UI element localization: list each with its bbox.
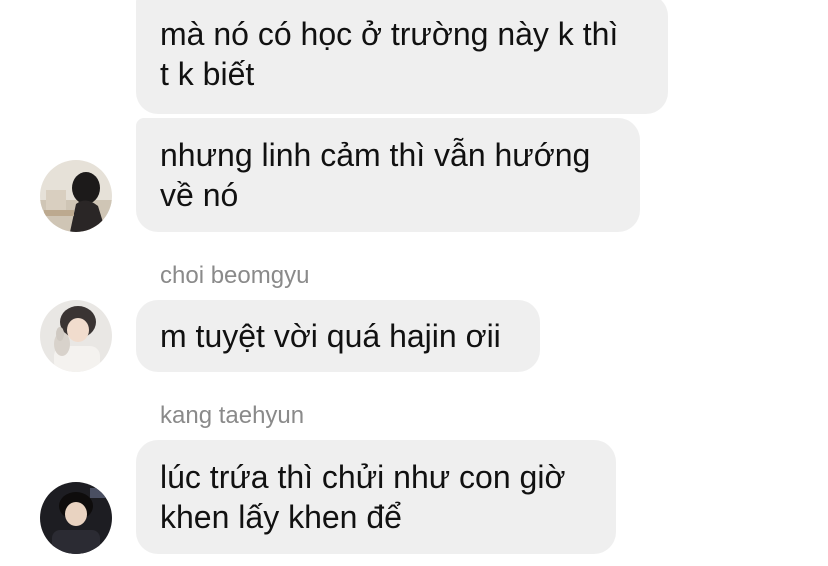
sender-name: choi beomgyu — [160, 262, 310, 289]
sender-name: kang taehyun — [160, 402, 305, 429]
message-text: nhưng linh cảm thì vẫn hướng về nó — [160, 137, 591, 213]
message-bubble[interactable]: lúc trứa thì chửi như con giờ khen lấy k… — [136, 440, 616, 554]
avatar[interactable] — [40, 300, 112, 372]
avatar-photo-icon — [40, 482, 112, 554]
chat-thread: mà nó có học ở trường này k thì t k biết… — [0, 0, 828, 566]
avatar[interactable] — [40, 160, 112, 232]
message-text: lúc trứa thì chửi như con giờ khen lấy k… — [160, 459, 566, 535]
message-text: mà nó có học ở trường này k thì t k biết — [160, 16, 619, 92]
message-bubble[interactable]: mà nó có học ở trường này k thì t k biết — [136, 0, 668, 114]
message-bubble[interactable]: m tuyệt vời quá hajin ơii — [136, 300, 540, 372]
avatar-photo-icon — [40, 160, 112, 232]
message-text: m tuyệt vời quá hajin ơii — [160, 318, 501, 354]
message-bubble[interactable]: nhưng linh cảm thì vẫn hướng về nó — [136, 118, 640, 232]
avatar[interactable] — [40, 482, 112, 554]
avatar-photo-icon — [40, 300, 112, 372]
